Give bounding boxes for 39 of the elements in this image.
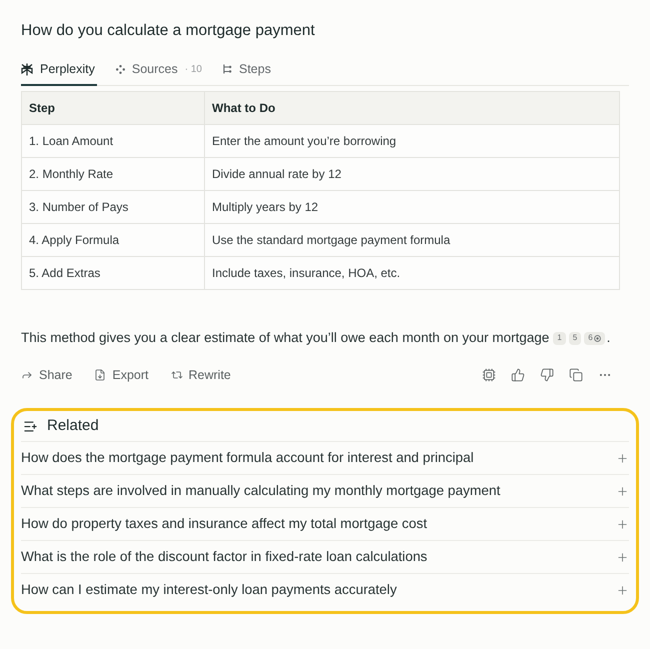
tab[interactable]: Perplexity	[21, 54, 97, 86]
citation-badge[interactable]: 1	[553, 332, 566, 344]
tab[interactable]: Steps	[222, 54, 273, 86]
column-header: Step	[22, 92, 204, 124]
chip-icon[interactable]	[482, 368, 496, 382]
plus-icon	[616, 584, 629, 596]
column-header: What to Do	[204, 92, 620, 124]
plus-icon	[616, 550, 629, 564]
thumbs-down-icon[interactable]	[540, 368, 554, 382]
dots-icon	[116, 64, 125, 74]
action-button[interactable]: Rewrite	[170, 366, 231, 384]
citation-badge[interactable]: 6	[584, 332, 605, 344]
tab[interactable]: Sources · 10	[116, 54, 204, 86]
related-question[interactable]: How can I estimate my interest-only loan payments accurately	[21, 573, 629, 606]
question-title: How do you calculate a mortgage payment	[21, 21, 316, 41]
repeat-icon	[170, 369, 182, 381]
table-cell: 5. Add Extras	[22, 256, 204, 290]
related-title: Related	[47, 416, 99, 436]
table-cell: Include taxes, insurance, HOA, etc.	[204, 256, 620, 290]
action-button[interactable]: Share	[21, 366, 72, 384]
logo-icon	[21, 62, 33, 76]
share-icon	[21, 369, 33, 381]
action-button[interactable]: Export	[94, 366, 148, 384]
list-plus-icon	[23, 418, 38, 434]
sentence-period: .	[606, 329, 610, 347]
thumbs-up-icon[interactable]	[511, 368, 525, 382]
related-question[interactable]: What steps are involved in manually calculating my monthly mortgage payment	[21, 474, 629, 507]
plus-icon	[616, 484, 629, 498]
related-question[interactable]: How do property taxes and insurance affect my total mortgage cost	[21, 507, 629, 540]
file-icon	[94, 369, 106, 381]
plus-icon	[616, 452, 629, 464]
branch-icon	[222, 64, 232, 74]
circle-dot-icon	[594, 334, 601, 342]
answer-text: This method gives you a clear estimate of what you’ll owe each month on your mortgage	[21, 329, 550, 347]
related-question[interactable]: How does the mortgage payment formula account for interest and principal	[21, 441, 629, 474]
plus-icon	[616, 518, 629, 530]
citation-badge[interactable]: 5	[568, 332, 582, 344]
related-question[interactable]: What is the role of the discount factor in fixed-rate loan calculations	[21, 540, 629, 573]
copy-icon[interactable]	[569, 368, 583, 382]
